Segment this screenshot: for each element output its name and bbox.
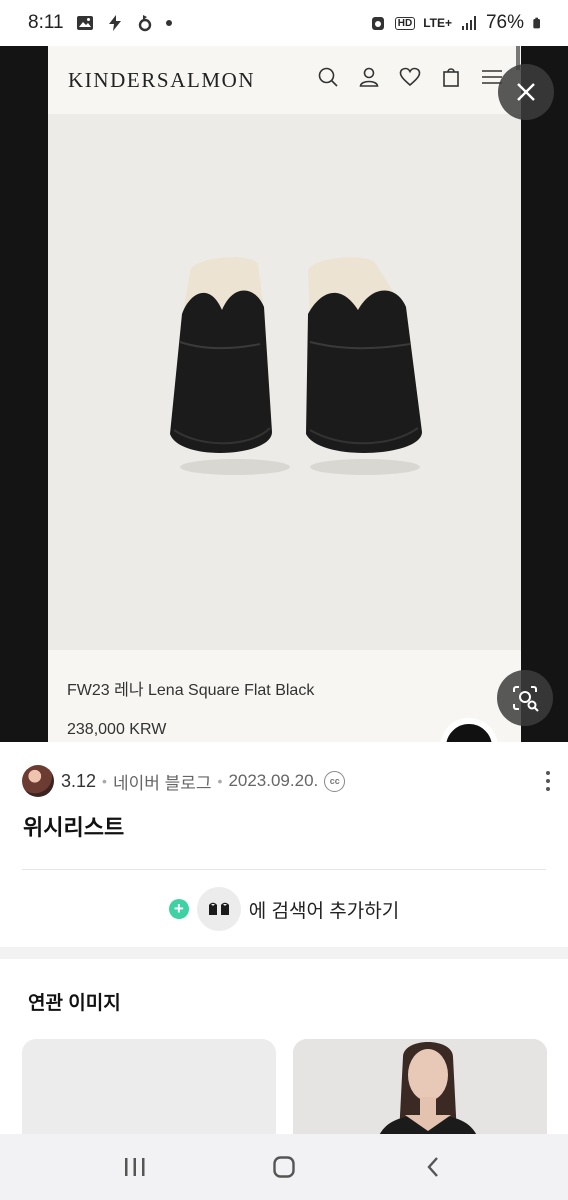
add-search-label: 에 검색어 추가하기 — [248, 900, 400, 922]
close-button[interactable] — [498, 64, 554, 120]
meta-separator: • — [217, 773, 223, 789]
shop-header: KINDERSALMON — [48, 46, 521, 114]
status-left: 8:11 — [28, 12, 172, 34]
battery-icon — [533, 17, 540, 29]
status-right: HD LTE+ 76% — [369, 12, 544, 34]
hd-icon: HD — [394, 16, 416, 30]
related-title: 연관 이미지 — [28, 993, 121, 1014]
status-time: 8:11 — [28, 12, 64, 33]
product-name: FW23 레나 Lena Square Flat Black — [67, 682, 315, 699]
gallery-icon — [76, 16, 93, 30]
back-button[interactable] — [409, 1143, 457, 1191]
related-image-card[interactable] — [293, 1039, 547, 1134]
post-title[interactable]: 위시리스트 — [23, 810, 124, 842]
bag-icon — [443, 68, 459, 87]
sync-icon — [138, 15, 151, 32]
recent-apps-button[interactable] — [111, 1143, 159, 1191]
avatar[interactable] — [22, 765, 54, 797]
shoes-thumbnail-icon — [208, 902, 229, 915]
post-meta: 3.12 • 네이버 블로그 • 2023.09.20. cc — [22, 764, 554, 798]
model-photo — [293, 1039, 547, 1134]
bolt-icon — [108, 15, 121, 31]
battery-percent: 76% — [485, 12, 524, 33]
home-icon — [273, 1156, 295, 1178]
post-count: 3.12 — [61, 770, 97, 791]
image-viewer: KINDERSALMON FW23 레나 Lena Square Flat Bl… — [0, 46, 568, 742]
signal-bars-icon — [461, 16, 476, 30]
search-icon — [318, 67, 338, 87]
post-source[interactable]: 네이버 블로그 — [113, 769, 212, 794]
related-images: 연관 이미지 — [0, 959, 568, 1134]
status-bar: 8:11 HD LTE+ 76% — [0, 0, 568, 46]
close-icon — [517, 83, 535, 101]
lens-search-button[interactable] — [497, 670, 553, 726]
recent-apps-icon — [124, 1158, 145, 1176]
alarm-icon — [371, 17, 384, 30]
cc-license-icon: cc — [324, 770, 346, 792]
section-gap — [0, 947, 568, 959]
heart-icon — [399, 67, 421, 87]
lte-signal-icon: LTE+ — [423, 16, 452, 30]
lens-search-icon — [513, 686, 539, 712]
product-screenshot: KINDERSALMON FW23 레나 Lena Square Flat Bl… — [48, 46, 521, 742]
user-icon — [359, 67, 379, 87]
shop-header-icons — [317, 66, 503, 88]
divider — [22, 869, 546, 870]
more-notifications-dot — [165, 20, 172, 26]
product-image — [48, 114, 521, 650]
system-nav-bar — [0, 1134, 568, 1200]
back-icon — [427, 1157, 439, 1177]
home-button[interactable] — [260, 1143, 308, 1191]
brand-logo: KINDERSALMON — [68, 67, 256, 92]
shoe-thumbnail — [196, 887, 241, 931]
meta-separator: • — [102, 773, 107, 789]
shoes-illustration — [170, 257, 422, 475]
post-info: 3.12 • 네이버 블로그 • 2023.09.20. cc 위시리스트 + … — [0, 742, 568, 947]
add-search-term-button[interactable]: + 에 검색어 추가하기 — [0, 887, 568, 931]
plus-icon: + — [168, 899, 189, 919]
related-image-card[interactable] — [22, 1039, 276, 1134]
more-options-icon[interactable] — [542, 767, 554, 795]
post-date: 2023.09.20. — [228, 771, 319, 790]
